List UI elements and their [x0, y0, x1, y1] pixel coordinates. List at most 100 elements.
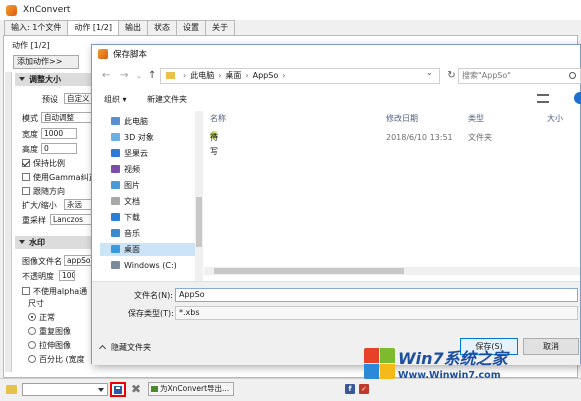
tab-input[interactable]: 输入: 1个文件 [4, 20, 69, 35]
size-percent-label: 百分比 (宽度 [39, 355, 85, 364]
help-icon[interactable] [574, 92, 581, 104]
filetype-select[interactable]: *.xbs [175, 306, 578, 320]
resample-select[interactable]: Lanczos [50, 214, 92, 225]
recent-chevron-icon[interactable]: ⌄ [136, 72, 142, 80]
nav-item-desktop[interactable]: 桌面 [100, 243, 198, 256]
tab-about[interactable]: 关于 [205, 20, 235, 35]
breadcrumb-desktop[interactable]: 桌面 [225, 71, 241, 80]
nav-item-jianguoyun[interactable]: 坚果云 [100, 147, 198, 160]
nav-item-windows-c[interactable]: Windows (C:) [100, 259, 198, 272]
column-name[interactable]: 名称 [210, 113, 226, 124]
file-row[interactable]: 待写 2018/6/10 13:51 文件夹 [204, 131, 580, 156]
mode-select[interactable]: 自动调整 [41, 112, 93, 123]
collapse-triangle-icon [19, 77, 25, 81]
folder-icon[interactable] [6, 385, 17, 394]
size-percent-radio[interactable]: 百分比 (宽度 [28, 354, 85, 365]
checkbox-checked-icon [22, 159, 30, 167]
nav-item-this-pc[interactable]: 此电脑 [100, 115, 198, 128]
column-size[interactable]: 大小 [547, 113, 563, 124]
preset-select[interactable]: 自定义 [64, 93, 92, 104]
organize-menu[interactable]: 组织 ▾ [104, 94, 127, 105]
view-options-icon[interactable] [537, 94, 549, 103]
nav-label: 桌面 [124, 245, 140, 254]
tab-output[interactable]: 输出 [118, 20, 148, 35]
no-alpha-label: 不使用alpha通 [33, 287, 88, 296]
keep-ratio-label: 保持比例 [33, 159, 65, 168]
filename-input[interactable]: AppSo [175, 288, 578, 302]
resize-group-header[interactable]: 调整大小 [15, 73, 95, 86]
radio-icon [28, 355, 36, 363]
hide-folders-label: 隐藏文件夹 [111, 343, 151, 352]
column-date[interactable]: 修改日期 [386, 113, 418, 124]
height-input[interactable]: 0 [41, 143, 77, 154]
nav-pane-scrollbar[interactable] [195, 111, 203, 281]
new-folder-button[interactable]: 新建文件夹 [147, 94, 187, 105]
actions-scrollbar[interactable] [5, 72, 12, 372]
column-type[interactable]: 类型 [468, 113, 484, 124]
size-stretch-radio[interactable]: 拉伸图像 [28, 340, 71, 351]
refresh-icon[interactable]: ↻ [444, 68, 459, 84]
resample-label: 重采样 [22, 216, 46, 225]
no-alpha-checkbox[interactable]: 不使用alpha通 [22, 286, 87, 297]
nav-label: 此电脑 [124, 117, 148, 126]
tab-settings[interactable]: 设置 [176, 20, 206, 35]
use-gamma-label: 使用Gamma纠正 [33, 173, 97, 182]
address-dropdown-icon[interactable]: ⌄ [426, 68, 433, 77]
export-for-xnconvert-button[interactable]: 为XnConvert导出... [148, 382, 234, 396]
drive-icon [111, 261, 120, 269]
size-repeat-label: 重复图像 [39, 327, 71, 336]
width-input[interactable]: 1000 [41, 128, 77, 139]
scrollbar-thumb[interactable] [196, 197, 202, 247]
nav-label: Windows (C:) [124, 261, 177, 270]
scrollbar-thumb[interactable] [214, 268, 404, 274]
breadcrumb-this-pc[interactable]: 此电脑 [190, 71, 214, 80]
enlarge-label: 扩大/缩小 [22, 201, 57, 210]
enlarge-select[interactable]: 永远 [64, 199, 92, 210]
nav-item-downloads[interactable]: 下载 [100, 211, 198, 224]
follow-direction-checkbox[interactable]: 跟随方向 [22, 186, 65, 197]
folder-icon [166, 72, 175, 79]
image-file-input[interactable]: appSoV [64, 255, 92, 266]
cloud-folder-icon [111, 149, 120, 157]
checkbox-icon [22, 173, 30, 181]
size-normal-label: 正常 [39, 313, 55, 322]
nav-item-pictures[interactable]: 图片 [100, 179, 198, 192]
up-arrow-icon[interactable]: ↑ [148, 70, 156, 81]
actions-section-label: 动作 [1/2] [12, 41, 50, 50]
breadcrumb-appso[interactable]: AppSo [253, 71, 279, 80]
opacity-input[interactable]: 100 [59, 270, 75, 281]
radio-icon [28, 327, 36, 335]
hide-folders-toggle[interactable]: 隐藏文件夹 [98, 342, 151, 353]
search-input[interactable]: 搜索"AppSo" [458, 68, 581, 84]
dialog-nav-bar: ← → ⌄ ↑ › 此电脑 › 桌面 › AppSo › ⌄ ↻ 搜索"AppSo" [92, 65, 581, 87]
download-icon [111, 213, 120, 221]
keep-ratio-checkbox[interactable]: 保持比例 [22, 158, 65, 169]
delete-icon[interactable]: ✖ [131, 382, 141, 396]
address-bar[interactable]: › 此电脑 › 桌面 › AppSo › [160, 68, 440, 84]
nav-item-music[interactable]: 音乐 [100, 227, 198, 240]
facebook-icon[interactable]: f [345, 384, 355, 394]
nav-item-3d-objects[interactable]: 3D 对象 [100, 131, 198, 144]
watermark-header-label: 水印 [29, 238, 45, 247]
nav-label: 文档 [124, 197, 140, 206]
opacity-label: 不透明度 [22, 272, 54, 281]
file-list-hscrollbar[interactable] [204, 267, 580, 275]
watermark-title: Win7系统之家 [398, 349, 508, 368]
nav-label: 图片 [124, 181, 140, 190]
tab-actions[interactable]: 动作 [1/2] [67, 20, 119, 36]
script-select[interactable] [22, 383, 108, 396]
size-repeat-radio[interactable]: 重复图像 [28, 326, 71, 337]
size-normal-radio[interactable]: 正常 [28, 312, 55, 323]
height-label: 高度 [22, 145, 38, 154]
xnconvert-logo-icon [6, 4, 17, 16]
breadcrumb-sep-icon: › [218, 71, 222, 80]
use-gamma-checkbox[interactable]: 使用Gamma纠正 [22, 172, 97, 183]
save-script-button[interactable] [110, 382, 126, 397]
forward-arrow-icon[interactable]: → [120, 70, 128, 81]
watermark-group-header[interactable]: 水印 [15, 236, 95, 249]
nav-item-documents[interactable]: 文档 [100, 195, 198, 208]
nav-item-videos[interactable]: 视频 [100, 163, 198, 176]
back-arrow-icon[interactable]: ← [102, 70, 110, 81]
add-action-button[interactable]: 添加动作>> [13, 55, 79, 69]
tab-status[interactable]: 状态 [147, 20, 177, 35]
